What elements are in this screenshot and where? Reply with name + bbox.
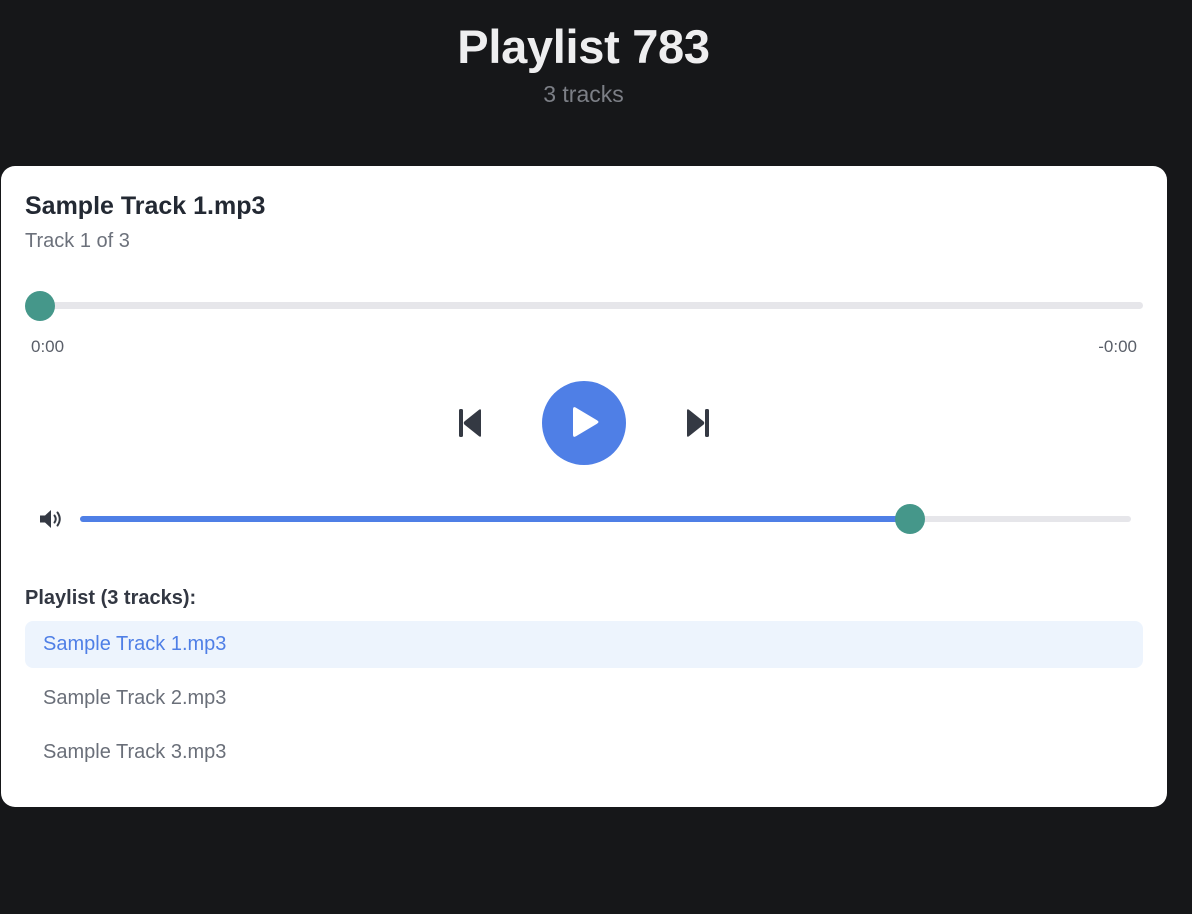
current-track-title: Sample Track 1.mp3 bbox=[25, 192, 266, 220]
time-remaining: -0:00 bbox=[1098, 337, 1137, 356]
progress-thumb[interactable] bbox=[25, 291, 55, 321]
previous-track-button[interactable] bbox=[452, 404, 488, 442]
playlist-item[interactable]: Sample Track 1.mp3 bbox=[25, 621, 1143, 668]
next-track-button[interactable] bbox=[680, 404, 716, 442]
page-title: Playlist 783 bbox=[457, 20, 710, 73]
playlist: Sample Track 1.mp3 Sample Track 2.mp3 Sa… bbox=[25, 621, 1143, 783]
page-subtitle: 3 tracks bbox=[543, 81, 624, 107]
playlist-item[interactable]: Sample Track 3.mp3 bbox=[25, 729, 1143, 776]
track-position: Track 1 of 3 bbox=[25, 230, 130, 252]
play-button[interactable] bbox=[542, 381, 626, 465]
skip-next-icon bbox=[687, 409, 709, 437]
progress-bar[interactable] bbox=[40, 302, 1143, 309]
time-elapsed: 0:00 bbox=[31, 337, 65, 356]
skip-previous-icon bbox=[459, 409, 481, 437]
speaker-volume-icon[interactable] bbox=[38, 507, 64, 531]
volume-slider[interactable] bbox=[80, 516, 1131, 522]
playlist-item[interactable]: Sample Track 2.mp3 bbox=[25, 675, 1143, 722]
page-header: Playlist 783 3 tracks bbox=[0, 18, 1167, 110]
play-icon bbox=[573, 407, 599, 437]
playlist-heading: Playlist (3 tracks): bbox=[25, 587, 197, 609]
volume-slider-fill bbox=[80, 516, 911, 522]
